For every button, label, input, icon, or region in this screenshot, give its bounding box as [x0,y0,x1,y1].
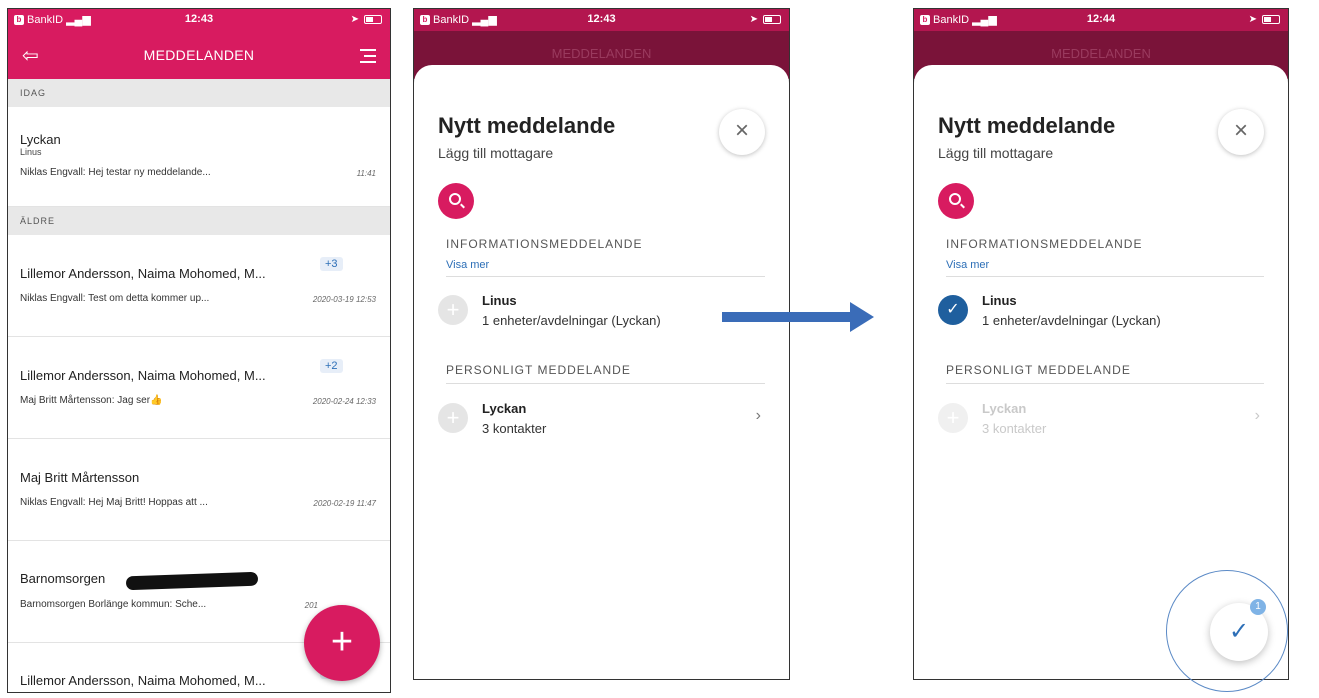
close-button[interactable]: × [1218,109,1264,155]
message-date: 2020-03-19 12:53 [312,295,376,304]
clock: 12:43 [587,13,616,25]
clock: 12:43 [184,13,214,25]
recipient-item-lyckan: + Lyckan 3 kontakter › [938,397,1264,443]
list-item[interactable]: Lillemor Andersson, Naima Mohomed, M... … [8,235,390,337]
chevron-right-icon: › [1254,407,1260,424]
dimmed-title: MEDDELANDEN [1051,46,1151,61]
message-name: Maj Britt Mårtensson [20,470,140,485]
plus-icon: + [330,621,354,663]
participant-count-badge: +2 [320,359,343,373]
message-date: 11:41 [356,169,376,178]
message-name: Lillemor Andersson, Naima Mohomed, M... [20,368,266,383]
dimmed-title: MEDDELANDEN [551,46,652,61]
dialog-title: Nytt meddelande [938,113,1116,138]
section-header-personal: PERSONLIGT MEDDELANDE [446,363,765,384]
location-icon: ➤ [350,14,359,25]
search-icon [449,193,461,205]
message-preview: Barnomsorgen Borlänge kommun: Sche... [20,599,207,610]
location-icon: ➤ [1248,14,1257,25]
recipient-desc: 3 kontakter [982,421,1047,436]
section-header-personal: PERSONLIGT MEDDELANDE [946,363,1264,384]
redaction-mark [125,571,259,591]
close-icon: × [1233,117,1248,144]
menu-icon[interactable] [360,49,376,67]
search-icon [949,193,961,205]
dialog-subtitle: Lägg till mottagare [438,145,554,161]
status-bar: b BankID ▂▄▆ 12:44 ➤ [914,9,1288,31]
recipient-desc: 1 enheter/avdelningar (Lyckan) [482,313,661,328]
message-name: Barnomsorgen [20,571,106,586]
message-name: Lyckan [20,132,61,147]
divider [446,270,765,277]
recipient-sheet: Nytt meddelande Lägg till mottagare × IN… [414,65,789,679]
add-icon: + [938,403,968,433]
battery-icon: ➤ [750,14,781,25]
recipient-desc: 1 enheter/avdelningar (Lyckan) [982,313,1161,328]
status-bar: b BankID ▂▄▆ 12:43 ➤ [414,9,789,31]
phone-new-message-dialog: b BankID ▂▄▆ 12:43 ➤ MEDDELANDEN Nytt med… [413,8,790,680]
add-icon[interactable]: + [438,295,468,325]
recipient-title: Lyckan [982,401,1027,416]
status-bar: b BankID ▂▄▆ 12:43 ➤ [8,9,390,31]
location-icon: ➤ [749,14,758,25]
search-button[interactable] [938,183,974,219]
recipient-item-linus[interactable]: ✓ Linus 1 enheter/avdelningar (Lyckan) [938,289,1264,335]
list-item[interactable]: Lillemor Andersson, Naima Mohomed, M... … [8,337,390,439]
message-preview: Niklas Engvall: Hej Maj Britt! Hoppas at… [20,497,208,508]
checkmark-icon[interactable]: ✓ [938,295,968,325]
message-preview: Niklas Engvall: Hej testar ny meddelande… [20,167,211,178]
message-date: 2020-02-24 12:33 [312,397,376,406]
recipient-title: Lyckan [482,401,527,416]
dialog-subtitle: Lägg till mottagare [938,145,1054,161]
clock: 12:44 [1086,13,1116,25]
battery-icon: ➤ [1249,14,1280,25]
list-item[interactable]: Lyckan Linus Niklas Engvall: Hej testar … [8,107,390,207]
add-icon[interactable]: + [438,403,468,433]
dialog-title: Nytt meddelande [438,113,616,138]
highlight-circle [1166,570,1288,692]
app-header: ⇦ MEDDELANDEN [8,31,390,79]
phone-message-list: b BankID ▂▄▆ 12:43 ➤ ⇦ MEDDELANDEN IDAG L… [7,8,391,693]
arrow-icon [722,302,874,332]
recipient-title: Linus [482,293,517,308]
close-button[interactable]: × [719,109,765,155]
message-date: 2020-02-19 11:47 [313,499,376,508]
message-preview: Niklas Engvall: Test om detta kommer up.… [20,293,210,304]
section-header-older: ÄLDRE [8,207,390,235]
section-header-info: INFORMATIONSMEDDELANDE [946,237,1143,251]
page-title: MEDDELANDEN [143,47,255,63]
section-header-info: INFORMATIONSMEDDELANDE [446,237,643,251]
message-preview: Maj Britt Mårtensson: Jag ser👍 [20,395,163,406]
participant-count-badge: +3 [320,257,343,271]
list-item[interactable]: Maj Britt Mårtensson Niklas Engvall: Hej… [8,439,390,541]
recipient-desc: 3 kontakter [482,421,547,436]
chevron-right-icon: › [755,407,761,424]
close-icon: × [734,117,749,144]
new-message-button[interactable]: + [304,605,380,681]
section-header-today: IDAG [8,79,390,107]
message-name: Lillemor Andersson, Naima Mohomed, M... [20,673,266,688]
recipient-item-linus[interactable]: + Linus 1 enheter/avdelningar (Lyckan) [438,289,765,335]
message-date: 201 [304,601,318,610]
search-button[interactable] [438,183,474,219]
message-subtitle: Linus [20,147,42,157]
divider [946,270,1264,277]
message-name: Lillemor Andersson, Naima Mohomed, M... [20,266,266,281]
recipient-title: Linus [982,293,1017,308]
recipient-item-lyckan[interactable]: + Lyckan 3 kontakter › [438,397,765,443]
battery-icon: ➤ [351,14,382,25]
